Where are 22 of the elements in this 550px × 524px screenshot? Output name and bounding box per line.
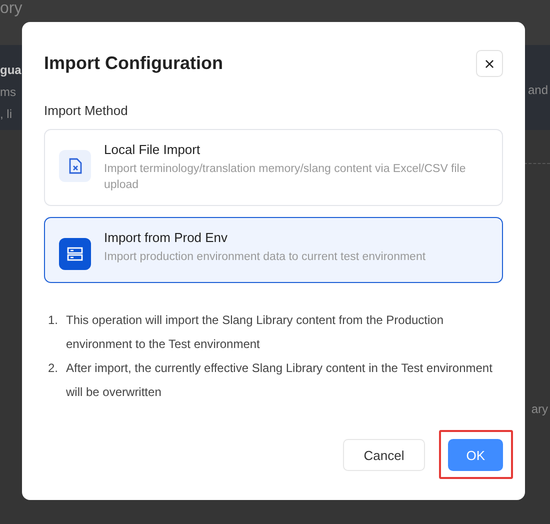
description-text: , li	[0, 106, 13, 123]
import-option[interactable]: Import from Prod Env Import production environment data to current test environment	[44, 217, 503, 283]
server-icon	[67, 247, 83, 261]
description-text: and	[528, 82, 548, 99]
note-text: After import, the currently effective Slang Library content in the Test environment will be overwritten	[66, 360, 494, 401]
option-description: Import production environment data to current test environment	[104, 250, 426, 265]
description-text: ms	[0, 84, 17, 101]
note-text: This operation will import the Slang Library content from the Production environment to the Test environment	[66, 312, 445, 353]
list-number: 2.	[48, 360, 60, 377]
section-label: Import Method	[44, 103, 129, 118]
option-description: Import terminology/translation memory/slang content via Excel/CSV file upload	[104, 162, 467, 193]
option-title: Local File Import	[104, 142, 202, 157]
file-icon	[68, 158, 82, 174]
dialog-title: Import Configuration	[44, 53, 223, 74]
option-title: Import from Prod Env	[104, 230, 229, 245]
list-number: 1.	[48, 312, 60, 329]
cancel-button[interactable]: Cancel	[342, 439, 426, 471]
section-heading: gua	[0, 62, 22, 79]
description-text: ary	[531, 402, 548, 416]
close-button[interactable]: ×	[476, 50, 503, 77]
page-title: ory	[0, 0, 22, 18]
import-option[interactable]: Local File Import Import terminology/translation memory/slang content via Excel/CSV file upload	[44, 129, 503, 206]
